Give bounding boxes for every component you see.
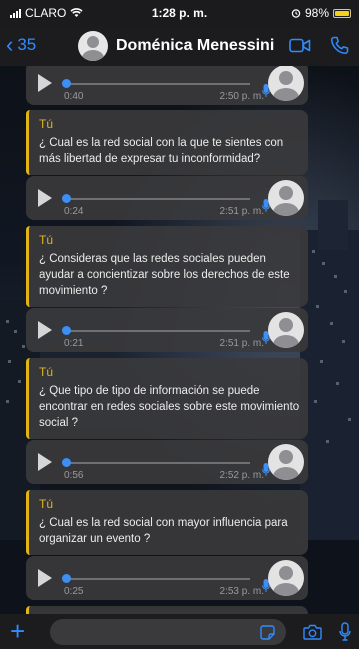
contact-avatar[interactable]	[78, 31, 108, 61]
message-list[interactable]: 0:40 2:50 p. m. Tú ¿ Cual es la red soci…	[0, 66, 359, 614]
play-icon[interactable]	[38, 569, 52, 587]
back-button[interactable]: ‹ 35	[6, 32, 37, 57]
message-input[interactable]	[50, 619, 286, 645]
unread-count: 35	[17, 35, 37, 54]
default-avatar-icon	[82, 36, 104, 61]
chat-header: ‹ 35 Doménica Menessini	[0, 26, 359, 66]
battery-icon	[333, 8, 351, 18]
voice-progress-track[interactable]	[64, 578, 250, 580]
voice-duration: 0:40	[64, 91, 84, 102]
phone-icon[interactable]	[330, 36, 349, 55]
text-message[interactable]: Tú ¿ Que tipo de tipo de información se …	[26, 358, 308, 439]
default-avatar-icon	[273, 566, 299, 596]
voice-progress-track[interactable]	[64, 462, 250, 464]
sender-avatar	[268, 444, 304, 480]
message-time: 2:52 p. m.	[219, 470, 264, 481]
video-camera-icon[interactable]	[289, 38, 311, 53]
message-input-bar: +	[0, 614, 359, 649]
sender-name: Tú	[39, 117, 54, 131]
sender-name: Tú	[39, 233, 54, 247]
battery-status: 98%	[291, 6, 351, 20]
voice-message[interactable]: 0:56 2:52 p. m.	[26, 440, 308, 484]
message-text: ¿ Consideras que las redes sociales pued…	[39, 253, 290, 297]
message-text: ¿ Cual es la red social con la que te si…	[39, 137, 284, 165]
voice-progress-track[interactable]	[64, 330, 250, 332]
voice-progress-track[interactable]	[64, 83, 250, 85]
microphone-icon[interactable]	[339, 622, 351, 641]
chevron-left-icon: ‹	[6, 32, 14, 57]
voice-duration: 0:25	[64, 586, 84, 597]
default-avatar-icon	[273, 450, 299, 480]
play-icon[interactable]	[38, 321, 52, 339]
camera-icon[interactable]	[303, 624, 322, 640]
text-message[interactable]: Tú ¿ Cual es la red social con mayor inf…	[26, 490, 308, 555]
text-message[interactable]: Tú ¿ Cual es la red social con la que te…	[26, 110, 308, 175]
voice-message[interactable]: 0:21 2:51 p. m.	[26, 308, 308, 352]
status-bar: CLARO 1:28 p. m. 98%	[0, 0, 359, 26]
default-avatar-icon	[273, 71, 299, 101]
alarm-icon	[291, 9, 301, 18]
voice-message[interactable]: 0:25 2:53 p. m.	[26, 556, 308, 600]
message-time: 2:51 p. m.	[219, 206, 264, 217]
contact-name[interactable]: Doménica Menessini	[116, 37, 274, 55]
voice-progress-knob[interactable]	[62, 326, 71, 335]
play-icon[interactable]	[38, 453, 52, 471]
voice-progress-knob[interactable]	[62, 458, 71, 467]
voice-message[interactable]: 0:40 2:50 p. m.	[26, 66, 308, 105]
sender-name: Tú	[39, 365, 54, 379]
voice-duration: 0:24	[64, 206, 84, 217]
text-message[interactable]: Tú	[26, 606, 308, 614]
sender-avatar	[268, 66, 304, 101]
default-avatar-icon	[273, 318, 299, 348]
voice-progress-knob[interactable]	[62, 574, 71, 583]
play-icon[interactable]	[38, 74, 52, 92]
sender-avatar	[268, 180, 304, 216]
plus-icon[interactable]: +	[10, 618, 25, 644]
voice-duration: 0:21	[64, 338, 84, 349]
sticker-icon[interactable]	[260, 625, 275, 640]
battery-percent: 98%	[304, 6, 329, 20]
text-message[interactable]: Tú ¿ Consideras que las redes sociales p…	[26, 226, 308, 307]
message-time: 2:53 p. m.	[219, 586, 264, 597]
voice-progress-track[interactable]	[64, 198, 250, 200]
sender-name: Tú	[39, 497, 54, 511]
voice-progress-knob[interactable]	[62, 194, 71, 203]
sender-avatar	[268, 560, 304, 596]
voice-message[interactable]: 0:24 2:51 p. m.	[26, 176, 308, 220]
default-avatar-icon	[273, 186, 299, 216]
sender-avatar	[268, 312, 304, 348]
message-time: 2:51 p. m.	[219, 338, 264, 349]
voice-progress-knob[interactable]	[62, 79, 71, 88]
message-time: 2:50 p. m.	[219, 91, 264, 102]
message-text: ¿ Cual es la red social con mayor influe…	[39, 517, 288, 545]
voice-duration: 0:56	[64, 470, 84, 481]
play-icon[interactable]	[38, 189, 52, 207]
message-text: ¿ Que tipo de tipo de información se pue…	[39, 385, 300, 429]
